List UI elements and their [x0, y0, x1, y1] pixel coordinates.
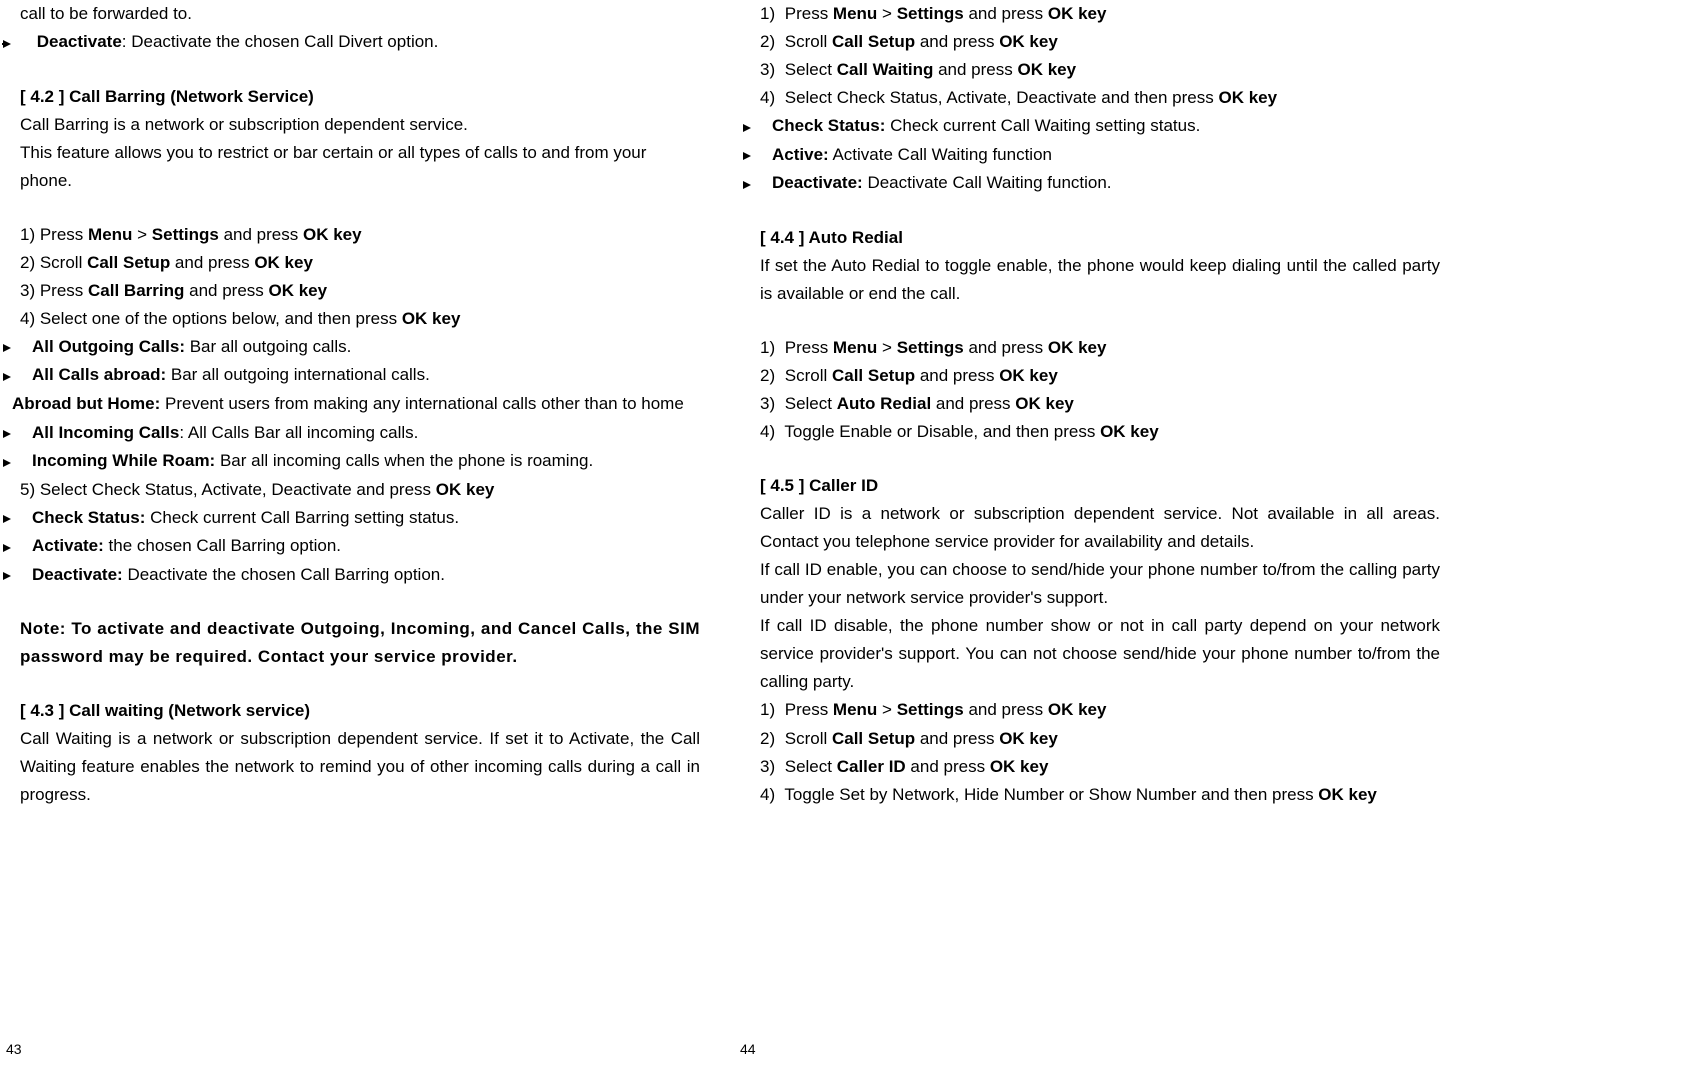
cid-step-1: 1) Press Menu > Settings and press OK ke…: [760, 696, 1440, 724]
page-left: call to be forwarded to. Deactivate: Dea…: [0, 0, 720, 810]
caller-id-steps: 1) Press Menu > Settings and press OK ke…: [760, 696, 1440, 808]
page-number-left: 43: [6, 1041, 22, 1057]
heading-4-5: [ 4.5 ] Caller ID: [760, 472, 1440, 500]
heading-4-3: [ 4.3 ] Call waiting (Network service): [20, 697, 700, 725]
cid-step-3: 3) Select Caller ID and press OK key: [760, 753, 1440, 781]
p45c: If call ID disable, the phone number sho…: [760, 612, 1440, 696]
cid-step-4: 4) Toggle Set by Network, Hide Number or…: [760, 781, 1440, 809]
opt-all-abroad: All Calls abroad: Bar all outgoing inter…: [20, 361, 700, 390]
note: Note: To activate and deactivate Outgoin…: [20, 615, 700, 671]
step-4: 4) Select one of the options below, and …: [20, 305, 700, 333]
step-2: 2) Scroll Call Setup and press OK key: [20, 249, 700, 277]
page-right: 1) Press Menu > Settings and press OK ke…: [740, 0, 1460, 809]
cw-active: Active: Activate Call Waiting function: [760, 141, 1440, 170]
opt-check-status: Check Status: Check current Call Barring…: [20, 504, 700, 533]
arrow-icon: [760, 113, 772, 141]
p44: If set the Auto Redial to toggle enable,…: [760, 252, 1440, 308]
auto-redial-steps: 1) Press Menu > Settings and press OK ke…: [760, 334, 1440, 446]
step-5: 5) Select Check Status, Activate, Deacti…: [20, 476, 700, 504]
p45b: If call ID enable, you can choose to sen…: [760, 556, 1440, 612]
opt-all-outgoing: All Outgoing Calls: Bar all outgoing cal…: [20, 333, 700, 362]
cw-step-4: 4) Select Check Status, Activate, Deacti…: [760, 84, 1440, 112]
ar-step-2: 2) Scroll Call Setup and press OK key: [760, 362, 1440, 390]
p45a: Caller ID is a network or subscription d…: [760, 500, 1440, 556]
opt-abroad-but-home: Abroad but Home: Prevent users from maki…: [20, 390, 700, 419]
opt-all-incoming: All Incoming Calls: All Calls Bar all in…: [20, 419, 700, 448]
deactivate-label: Deactivate: [37, 32, 122, 51]
opt-activate: Activate: the chosen Call Barring option…: [20, 532, 700, 561]
arrow-icon: [20, 333, 32, 361]
arrow-icon: [20, 504, 32, 532]
page-number-right: 44: [740, 1041, 756, 1057]
cw-step-1: 1) Press Menu > Settings and press OK ke…: [760, 0, 1440, 28]
deactivate-text: : Deactivate the chosen Call Divert opti…: [122, 32, 439, 51]
arrow-icon: [0, 391, 12, 419]
p43: Call Waiting is a network or subscriptio…: [20, 725, 700, 809]
intro-fragment: call to be forwarded to.: [20, 0, 700, 28]
call-waiting-steps: 1) Press Menu > Settings and press OK ke…: [760, 0, 1440, 112]
cw-check-status: Check Status: Check current Call Waiting…: [760, 112, 1440, 141]
heading-4-4: [ 4.4 ] Auto Redial: [760, 224, 1440, 252]
arrow-icon: [760, 170, 772, 198]
arrow-icon: [20, 419, 32, 447]
p42b: This feature allows you to restrict or b…: [20, 139, 700, 195]
step-3: 3) Press Call Barring and press OK key: [20, 277, 700, 305]
opt-deactivate: Deactivate: Deactivate the chosen Call B…: [20, 561, 700, 590]
heading-4-2: [ 4.2 ] Call Barring (Network Service): [20, 83, 700, 111]
opt-incoming-roam: Incoming While Roam: Bar all incoming ca…: [20, 447, 700, 476]
ar-step-4: 4) Toggle Enable or Disable, and then pr…: [760, 418, 1440, 446]
arrow-icon: [760, 141, 772, 169]
p42a: Call Barring is a network or subscriptio…: [20, 111, 700, 139]
ar-step-1: 1) Press Menu > Settings and press OK ke…: [760, 334, 1440, 362]
cid-step-2: 2) Scroll Call Setup and press OK key: [760, 725, 1440, 753]
arrow-icon: [20, 448, 32, 476]
arrow-icon: [20, 533, 32, 561]
deactivate-bullet: Deactivate: Deactivate the chosen Call D…: [20, 28, 700, 57]
cw-step-3: 3) Select Call Waiting and press OK key: [760, 56, 1440, 84]
cw-deactivate: Deactivate: Deactivate Call Waiting func…: [760, 169, 1440, 198]
arrow-icon: [20, 561, 32, 589]
arrow-icon: [20, 29, 32, 57]
ar-step-3: 3) Select Auto Redial and press OK key: [760, 390, 1440, 418]
step-1: 1) Press Menu > Settings and press OK ke…: [20, 221, 700, 249]
cw-step-2: 2) Scroll Call Setup and press OK key: [760, 28, 1440, 56]
arrow-icon: [20, 362, 32, 390]
